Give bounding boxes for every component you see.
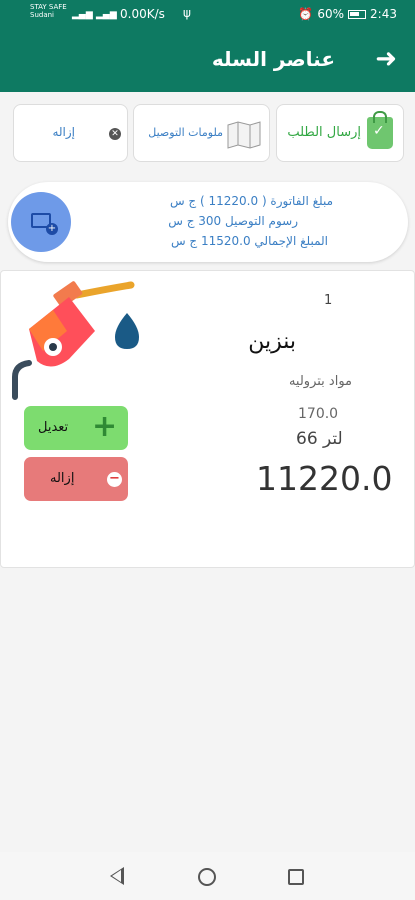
item-number: 1 (324, 293, 333, 308)
app-bar: عناصر السله ➜ (0, 30, 415, 92)
fuel-pump-icon (12, 281, 139, 400)
page-title: عناصر السله (211, 47, 335, 71)
plus-icon: + (92, 409, 118, 444)
clock: 2:43 (370, 7, 397, 21)
arrow-right-icon[interactable]: ➜ (375, 44, 397, 74)
close-icon: ✕ (109, 128, 121, 140)
status-right: ⏰ 60% 2:43 (298, 7, 397, 21)
delivery-info-label: ملومات التوصيل (148, 126, 223, 139)
system-nav-bar (0, 852, 415, 900)
remove-all-label: إزاله (52, 125, 75, 139)
usb-icon: ψ (183, 6, 191, 20)
remove-all-button[interactable]: ✕ إزاله (13, 104, 128, 162)
item-category: مواد بتروليه (288, 374, 352, 389)
delivery-info-button[interactable]: ملومات التوصيل (133, 104, 270, 162)
carrier-label: STAY SAFE Sudani (30, 3, 67, 19)
invoice-amount: مبلغ الفاتورة ( 11220.0 ) ج س (169, 194, 333, 208)
signal-icon-2: ▂▄▆ (96, 10, 117, 20)
battery-icon (348, 9, 367, 19)
send-order-button[interactable]: إرسال الطلب (276, 104, 404, 162)
edit-label: تعديل (38, 420, 69, 435)
item-name: بنزين (248, 329, 296, 354)
status-bar: STAY SAFE Sudani ▂▄▆ ▂▄▆ 0.00K/s ψ ⏰ 60%… (0, 0, 415, 30)
remove-item-label: إزاله (50, 471, 75, 486)
alarm-icon: ⏰ (298, 7, 314, 21)
delivery-fee: رسوم التوصيل 300 ج س (168, 214, 298, 228)
item-unit-price: 170.0 (298, 406, 339, 422)
nav-home-icon[interactable] (198, 868, 216, 886)
add-cart-icon (31, 213, 58, 235)
minus-icon: − (107, 472, 122, 487)
map-icon (227, 121, 261, 149)
add-to-cart-fab[interactable] (11, 192, 71, 252)
nav-back-icon[interactable] (110, 867, 124, 885)
nav-recents-icon[interactable] (288, 869, 304, 885)
cart-item-card: 1 بنزين مواد بتروليه 170.0 66 لتر 11220.… (0, 270, 415, 568)
edit-item-button[interactable]: + تعديل (24, 406, 128, 450)
battery-percent: 60% (317, 7, 345, 21)
shopping-bag-icon (367, 111, 393, 149)
total-amount: المبلغ الإجمالي 11520.0 ج س (170, 234, 328, 248)
invoice-summary: مبلغ الفاتورة ( 11220.0 ) ج س رسوم التوص… (8, 182, 408, 262)
item-quantity: 66 لتر (296, 429, 343, 449)
item-total: 11220.0 (256, 459, 393, 498)
network-speed: 0.00K/s (120, 7, 165, 21)
remove-item-button[interactable]: − إزاله (24, 457, 128, 501)
send-order-label: إرسال الطلب (287, 125, 361, 140)
signal-icon: ▂▄▆ (72, 10, 93, 20)
